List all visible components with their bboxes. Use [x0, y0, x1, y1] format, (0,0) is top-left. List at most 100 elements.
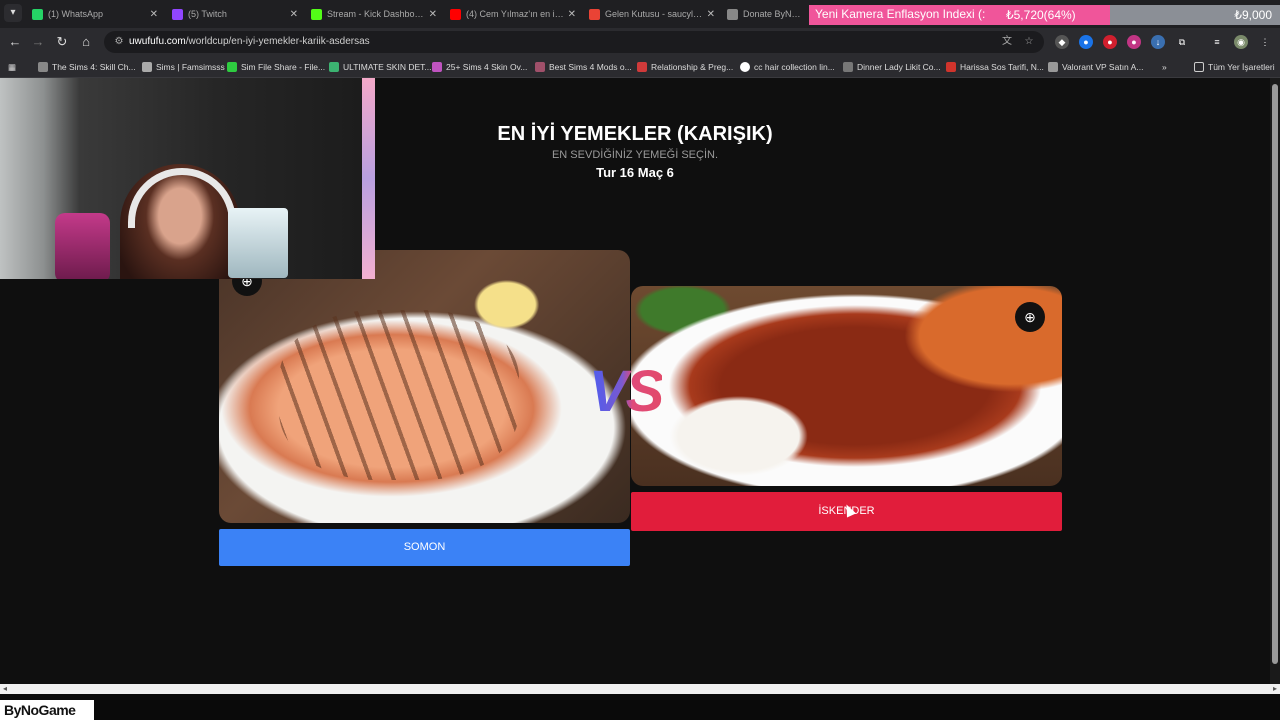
browser-menu-icon[interactable]: ⋮: [1258, 35, 1272, 49]
leaf-icon: [227, 62, 237, 72]
grilled-salmon-image: [279, 310, 519, 480]
twitch-icon: [172, 8, 183, 20]
bookmark-item[interactable]: Sim File Share - File...: [227, 60, 325, 74]
bookmark-label: Dinner Lady Likit Co...: [857, 62, 941, 72]
apps-grid-icon[interactable]: ▦: [8, 60, 16, 74]
tab-title: (5) Twitch: [188, 9, 227, 19]
close-tab-icon[interactable]: ✕: [290, 9, 298, 20]
site-icon: [1048, 62, 1058, 72]
url-text[interactable]: uwufufu.com/worldcup/en-iyi-yemekler-kar…: [129, 36, 370, 47]
bookmark-label: Best Sims 4 Mods o...: [549, 62, 632, 72]
bookmark-item[interactable]: Valorant VP Satın A...: [1048, 60, 1143, 74]
site-icon: [432, 62, 442, 72]
bookmark-item[interactable]: 25+ Sims 4 Skin Ov...: [432, 60, 527, 74]
vertical-scrollbar[interactable]: [1270, 78, 1280, 684]
bynogame-logo: ByNoGame: [0, 700, 94, 720]
bookmark-label: Sims | Famsimsss: [156, 62, 225, 72]
close-tab-icon[interactable]: ✕: [707, 9, 715, 20]
desk-lamp: [228, 208, 288, 278]
bookmark-item[interactable]: Best Sims 4 Mods o...: [535, 60, 632, 74]
translate-icon[interactable]: 文: [1000, 35, 1014, 49]
left-choice-image[interactable]: [219, 250, 630, 523]
horizontal-scrollbar[interactable]: ◂ ▸: [0, 684, 1280, 694]
all-bookmarks-folder[interactable]: Tüm Yer İşaretleri: [1194, 60, 1275, 74]
extension-red-icon[interactable]: ●: [1103, 35, 1117, 49]
tab-search-menu-icon[interactable]: ▾: [4, 4, 22, 22]
donation-label: Yeni Kamera Enflasyon Indexi (:: [815, 7, 986, 21]
tab-whatsapp[interactable]: (1) WhatsApp ✕: [26, 3, 164, 25]
close-tab-icon[interactable]: ✕: [568, 9, 576, 20]
tab-strip: ▾ (1) WhatsApp ✕ (5) Twitch ✕ Stream - K…: [0, 0, 1280, 28]
tab-youtube[interactable]: (4) Cem Yılmaz'ın en iyi ta ✕: [444, 3, 582, 25]
back-icon[interactable]: ←: [6, 33, 24, 51]
profile-avatar-icon[interactable]: ◉: [1234, 35, 1248, 49]
bookmark-label: 25+ Sims 4 Skin Ov...: [446, 62, 528, 72]
versus-label: VS: [589, 359, 664, 424]
kick-icon: [311, 8, 322, 20]
url-domain: uwufufu.com: [129, 36, 186, 47]
site-info-icon[interactable]: ⚙: [112, 35, 126, 49]
close-tab-icon[interactable]: ✕: [429, 9, 437, 20]
bookmark-item[interactable]: ULTIMATE SKIN DET...: [329, 60, 431, 74]
site-icon: [637, 62, 647, 72]
forward-icon[interactable]: →: [29, 33, 47, 51]
bookmark-label: cc hair collection lin...: [754, 62, 835, 72]
bookmark-item[interactable]: cc hair collection lin...: [740, 60, 835, 74]
extension-pink-icon[interactable]: ●: [1127, 35, 1141, 49]
bookmark-item[interactable]: The Sims 4: Skill Ch...: [38, 60, 136, 74]
youtube-icon: [450, 8, 461, 20]
bookmarks-bar: ▦ The Sims 4: Skill Ch... Sims | Famsims…: [0, 56, 1280, 78]
bookmark-label: Sim File Share - File...: [241, 62, 326, 72]
tab-donate[interactable]: Donate ByNoGame: [721, 3, 811, 25]
scrollbar-thumb[interactable]: [1272, 84, 1278, 664]
close-tab-icon[interactable]: ✕: [150, 9, 158, 20]
left-choice-button[interactable]: SOMON: [219, 529, 630, 566]
tab-title: Donate ByNoGame: [743, 9, 805, 19]
site-icon: [535, 62, 545, 72]
tab-gmail[interactable]: Gelen Kutusu - saucyluna ✕: [583, 3, 721, 25]
scroll-left-icon[interactable]: ◂: [3, 684, 7, 693]
extension-blue-icon[interactable]: ●: [1079, 35, 1093, 49]
scroll-right-icon[interactable]: ▸: [1273, 684, 1277, 693]
plus-icon: [329, 62, 339, 72]
bookmark-item[interactable]: Harissa Sos Tarifi, N...: [946, 60, 1044, 74]
bookmark-item[interactable]: Relationship & Preg...: [637, 60, 733, 74]
reading-list-icon[interactable]: ≡: [1210, 35, 1224, 49]
url-path: /worldcup/en-iyi-yemekler-kariik-asdersa…: [185, 36, 370, 47]
globe-icon: [38, 62, 48, 72]
gaming-chair: [55, 213, 110, 279]
site-icon: [843, 62, 853, 72]
extension-download-icon[interactable]: ↓: [1151, 35, 1165, 49]
bookmark-label: Harissa Sos Tarifi, N...: [960, 62, 1044, 72]
folder-icon: [1194, 62, 1204, 72]
tab-title: Gelen Kutusu - saucyluna: [605, 9, 703, 19]
bookmark-label: Relationship & Preg...: [651, 62, 734, 72]
tab-title: (1) WhatsApp: [48, 9, 104, 19]
bookmark-label: The Sims 4: Skill Ch...: [52, 62, 136, 72]
donation-current: ₺5,720(64%): [1006, 8, 1076, 22]
browser-toolbar: ← → ↻ ⌂ ⚙ uwufufu.com/worldcup/en-iyi-ye…: [0, 28, 1280, 56]
bookmark-label: ULTIMATE SKIN DET...: [343, 62, 432, 72]
address-bar[interactable]: ⚙ uwufufu.com/worldcup/en-iyi-yemekler-k…: [104, 31, 1044, 53]
extensions-puzzle-icon[interactable]: ⧉: [1175, 35, 1189, 49]
tab-twitch[interactable]: (5) Twitch ✕: [166, 3, 304, 25]
tab-title: (4) Cem Yılmaz'ın en iyi ta: [466, 9, 564, 19]
bookmark-item[interactable]: Sims | Famsimsss: [142, 60, 225, 74]
webcam-frame-edge: [362, 78, 375, 279]
bookmark-item[interactable]: Dinner Lady Likit Co...: [843, 60, 941, 74]
tab-kick[interactable]: Stream - Kick Dashboard ✕: [305, 3, 443, 25]
bynogame-icon: [727, 8, 738, 20]
reload-icon[interactable]: ↻: [53, 33, 71, 51]
donation-goal-bar: Yeni Kamera Enflasyon Indexi (: ₺5,720(6…: [809, 5, 1280, 25]
tab-title: Stream - Kick Dashboard: [327, 9, 425, 19]
zoom-in-icon[interactable]: ⊕: [1015, 302, 1045, 332]
bookmark-star-icon[interactable]: ☆: [1022, 35, 1036, 49]
shield-extension-icon[interactable]: ◆: [1055, 35, 1069, 49]
more-bookmarks-icon[interactable]: »: [1162, 60, 1167, 74]
right-choice-image[interactable]: [631, 286, 1062, 486]
donation-goal: ₺9,000: [1234, 8, 1272, 22]
home-icon[interactable]: ⌂: [77, 33, 95, 51]
whatsapp-icon: [32, 8, 43, 20]
site-icon: [740, 62, 750, 72]
webcam-overlay: [0, 78, 362, 279]
